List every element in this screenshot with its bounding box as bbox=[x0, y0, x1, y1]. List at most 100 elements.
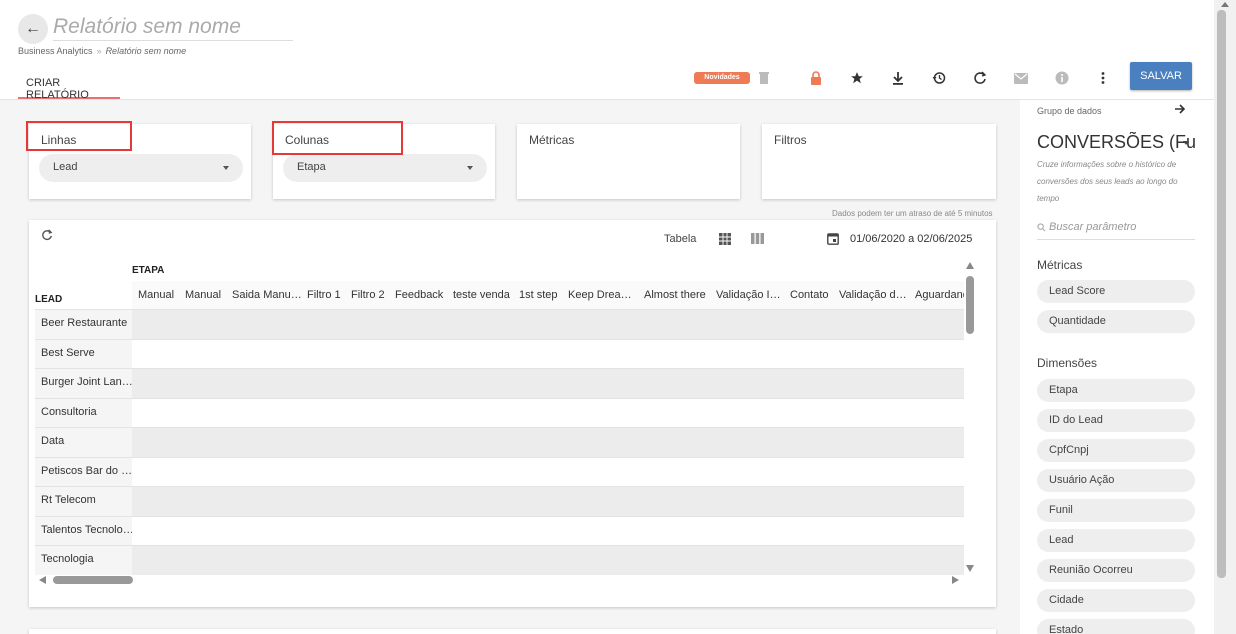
search-placeholder: Buscar parâmetro bbox=[1049, 221, 1137, 233]
table-row[interactable]: Petiscos Bar do … bbox=[35, 456, 964, 487]
scroll-down-icon[interactable] bbox=[966, 565, 974, 572]
table-row[interactable]: Data bbox=[35, 427, 964, 457]
linhas-highlight-box bbox=[26, 121, 132, 151]
report-title-input[interactable]: Relatório sem nome bbox=[53, 15, 293, 41]
refresh-icon[interactable] bbox=[970, 68, 990, 88]
data-group-label: Grupo de dados bbox=[1037, 106, 1102, 116]
column-header[interactable]: Keep Drea… bbox=[568, 289, 632, 301]
table-row[interactable]: Beer Restaurante bbox=[35, 309, 964, 339]
table-horizontal-scrollbar[interactable] bbox=[39, 574, 959, 586]
row-label: Petiscos Bar do … bbox=[35, 457, 132, 486]
delay-note: Dados podem ter um atraso de até 5 minut… bbox=[832, 209, 993, 218]
table-row[interactable]: Burger Joint Lan… bbox=[35, 368, 964, 398]
column-header[interactable]: Validação d… bbox=[839, 289, 907, 301]
breadcrumb: Business Analytics» Relatório sem nome bbox=[18, 46, 186, 56]
back-button[interactable]: ← bbox=[18, 14, 48, 44]
table-body: Beer Restaurante Best Serve Burger Joint… bbox=[35, 309, 964, 575]
columns-view-icon[interactable] bbox=[751, 233, 765, 247]
metric-chip[interactable]: Lead Score bbox=[1037, 280, 1195, 303]
bottom-card bbox=[29, 629, 996, 634]
row-cells bbox=[132, 340, 964, 369]
dimension-chip[interactable]: Usuário Ação bbox=[1037, 469, 1195, 492]
scroll-up-icon[interactable] bbox=[1221, 2, 1229, 7]
column-header[interactable]: Aguardand bbox=[915, 289, 964, 301]
colunas-select-value: Etapa bbox=[297, 161, 326, 173]
scroll-right-icon[interactable] bbox=[952, 576, 959, 584]
linhas-select[interactable]: Lead bbox=[39, 154, 243, 182]
dimension-chip[interactable]: CpfCnpj bbox=[1037, 439, 1195, 462]
table-row[interactable]: Tecnologia bbox=[35, 545, 964, 575]
dimension-chip[interactable]: Lead bbox=[1037, 529, 1195, 552]
column-header[interactable]: Saida Manu… bbox=[232, 289, 302, 301]
column-header[interactable]: Feedback bbox=[395, 289, 443, 301]
column-header[interactable]: Manual bbox=[138, 289, 174, 301]
row-group-label: LEAD bbox=[35, 294, 63, 305]
scroll-up-icon[interactable] bbox=[966, 262, 974, 269]
window-scrollbar[interactable] bbox=[1214, 0, 1236, 634]
row-label: Beer Restaurante bbox=[35, 310, 132, 339]
linhas-select-value: Lead bbox=[53, 161, 78, 173]
column-group-label: ETAPA bbox=[132, 265, 165, 276]
parameter-search-input[interactable]: Buscar parâmetro bbox=[1037, 218, 1195, 240]
table-grid-icon[interactable] bbox=[719, 233, 733, 247]
row-cells bbox=[132, 458, 964, 487]
row-label: Consultoria bbox=[35, 398, 132, 427]
row-cells bbox=[132, 399, 964, 428]
dimension-chip[interactable]: Reunião Ocorreu bbox=[1037, 559, 1195, 582]
search-icon bbox=[1037, 223, 1046, 232]
data-group-description: Cruze informações sobre o histórico de c… bbox=[1037, 160, 1178, 203]
tab-criar-relatorio[interactable]: CRIAR RELATÓRIO bbox=[18, 70, 120, 101]
date-range-picker[interactable]: 01/06/2020 a 02/06/2025 bbox=[850, 233, 972, 245]
metricas-title: Métricas bbox=[529, 133, 575, 147]
colunas-select[interactable]: Etapa bbox=[283, 154, 487, 182]
lock-icon[interactable] bbox=[806, 68, 826, 88]
breadcrumb-root[interactable]: Business Analytics bbox=[18, 46, 93, 56]
download-icon[interactable] bbox=[888, 68, 908, 88]
table-vertical-scrollbar[interactable] bbox=[965, 262, 975, 572]
column-header[interactable]: Filtro 2 bbox=[351, 289, 385, 301]
scroll-left-icon[interactable] bbox=[39, 576, 46, 584]
caret-down-icon bbox=[467, 166, 473, 170]
history-icon[interactable] bbox=[929, 68, 949, 88]
data-group-select[interactable]: CONVERSÕES (Fu bbox=[1037, 132, 1197, 153]
metric-chip[interactable]: Quantidade bbox=[1037, 310, 1195, 333]
table-row[interactable]: Talentos Tecnolo… bbox=[35, 515, 964, 545]
email-icon[interactable] bbox=[1011, 68, 1031, 88]
breadcrumb-current: Relatório sem nome bbox=[105, 46, 187, 56]
column-header[interactable]: 1st step bbox=[519, 289, 558, 301]
table-row[interactable]: Consultoria bbox=[35, 397, 964, 428]
metricas-card[interactable]: Métricas bbox=[517, 124, 740, 199]
novidades-badge[interactable]: Novidades bbox=[694, 72, 750, 84]
row-label: Rt Telecom bbox=[35, 487, 132, 516]
filtros-card[interactable]: Filtros bbox=[762, 124, 996, 199]
info-icon[interactable] bbox=[1052, 68, 1072, 88]
filtros-title: Filtros bbox=[774, 133, 807, 147]
star-icon[interactable] bbox=[847, 68, 867, 88]
dimension-chip[interactable]: Cidade bbox=[1037, 589, 1195, 612]
column-header[interactable]: Validação I… bbox=[716, 289, 781, 301]
column-header[interactable]: Filtro 1 bbox=[307, 289, 341, 301]
save-button[interactable]: SALVAR bbox=[1130, 62, 1192, 90]
window-scroll-thumb[interactable] bbox=[1217, 10, 1226, 578]
dimension-chip[interactable]: Funil bbox=[1037, 499, 1195, 522]
row-cells bbox=[132, 310, 964, 339]
trash-icon[interactable] bbox=[754, 68, 774, 88]
dimension-chip[interactable]: ID do Lead bbox=[1037, 409, 1195, 432]
refresh-icon[interactable] bbox=[41, 229, 57, 245]
table-row[interactable]: Rt Telecom bbox=[35, 486, 964, 516]
arrow-right-icon[interactable] bbox=[1174, 103, 1190, 119]
row-cells bbox=[132, 546, 964, 575]
more-vertical-icon[interactable] bbox=[1093, 68, 1113, 88]
vertical-scroll-thumb[interactable] bbox=[966, 276, 974, 334]
page-header: ← Relatório sem nome Business Analytics»… bbox=[0, 0, 1214, 101]
caret-down-icon[interactable] bbox=[1183, 141, 1189, 145]
column-header[interactable]: teste venda bbox=[453, 289, 510, 301]
column-header[interactable]: Manual bbox=[185, 289, 221, 301]
calendar-icon[interactable] bbox=[827, 232, 841, 246]
horizontal-scroll-thumb[interactable] bbox=[53, 576, 133, 584]
table-row[interactable]: Best Serve bbox=[35, 338, 964, 369]
dimension-chip[interactable]: Etapa bbox=[1037, 379, 1195, 402]
column-header[interactable]: Almost there bbox=[644, 289, 706, 301]
dimension-chip[interactable]: Estado bbox=[1037, 619, 1195, 634]
column-header[interactable]: Contato bbox=[790, 289, 829, 301]
